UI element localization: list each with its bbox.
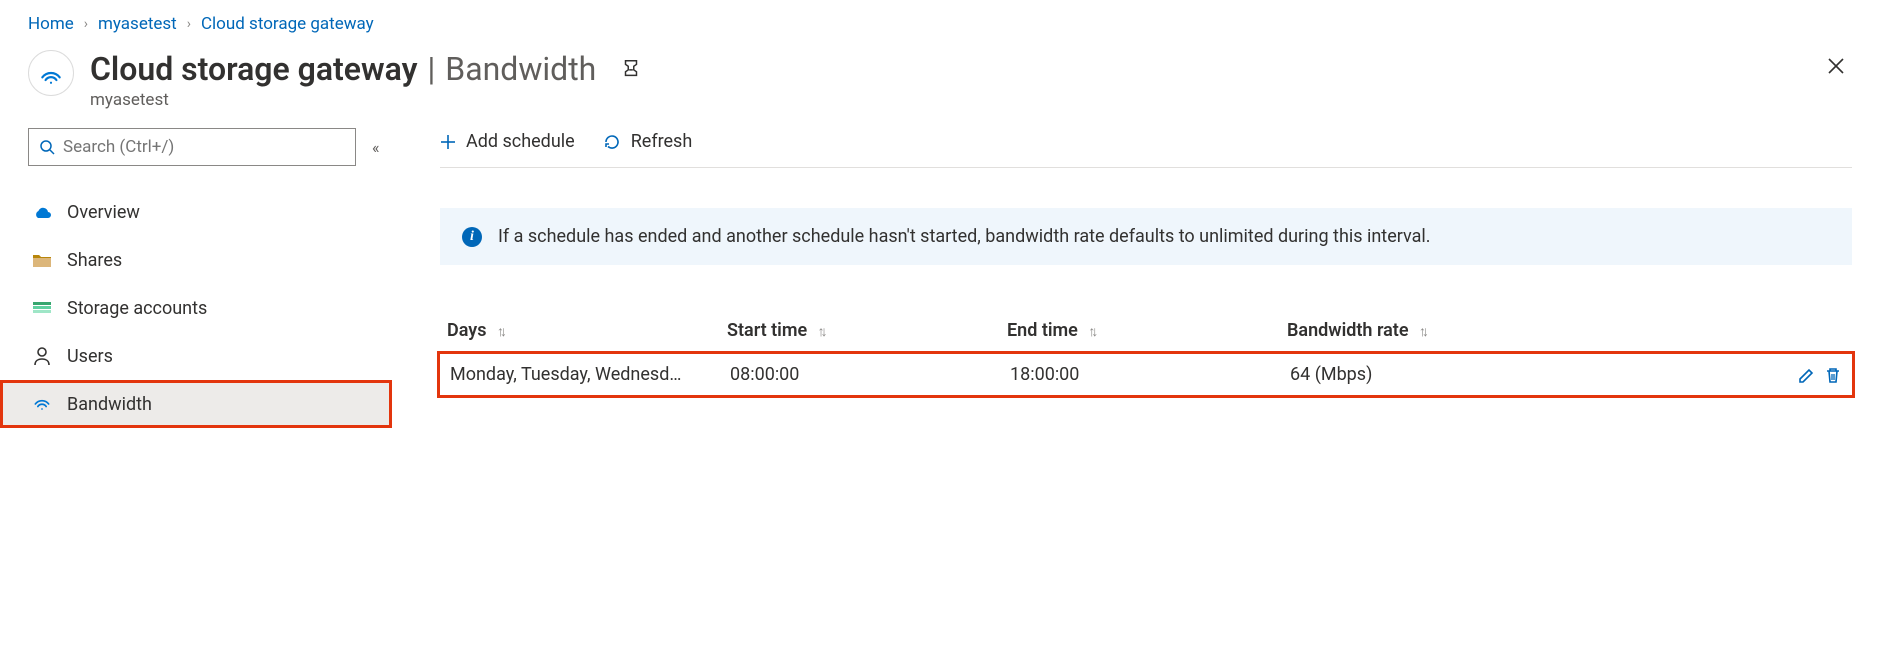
search-input[interactable] xyxy=(55,136,345,158)
add-schedule-button[interactable]: Add schedule xyxy=(440,131,575,152)
sidebar: « Overview Shares xyxy=(28,128,392,428)
command-bar: Add schedule Refresh xyxy=(440,128,1852,168)
sidebar-item-shares[interactable]: Shares xyxy=(0,236,392,284)
wifi-icon xyxy=(31,394,53,414)
plus-icon xyxy=(440,134,456,150)
storage-icon xyxy=(31,300,53,316)
sidebar-item-users[interactable]: Users xyxy=(0,332,392,380)
resource-subtitle: myasetest xyxy=(90,90,1860,110)
page-section: Bandwidth xyxy=(445,50,596,88)
button-label: Refresh xyxy=(631,131,693,152)
breadcrumb-resource[interactable]: myasetest xyxy=(98,14,177,34)
main-content: Add schedule Refresh i If a schedule has… xyxy=(392,128,1888,401)
sidebar-item-label: Overview xyxy=(67,202,140,223)
edit-button[interactable] xyxy=(1798,366,1816,384)
refresh-button[interactable]: Refresh xyxy=(603,131,693,152)
resource-icon xyxy=(28,50,74,96)
sidebar-item-storage-accounts[interactable]: Storage accounts xyxy=(0,284,392,332)
collapse-sidebar-icon[interactable]: « xyxy=(368,134,384,161)
close-button[interactable] xyxy=(1820,50,1852,82)
title-separator: | xyxy=(427,50,435,88)
page-title: Cloud storage gateway xyxy=(90,50,417,88)
sort-icon: ↑↓ xyxy=(497,324,503,340)
folder-icon xyxy=(31,252,53,268)
column-header-rate[interactable]: Bandwidth rate ↑↓ xyxy=(1287,320,1775,341)
sidebar-item-label: Bandwidth xyxy=(67,394,152,415)
cell-days: Monday, Tuesday, Wednesd… xyxy=(450,364,730,385)
info-banner: i If a schedule has ended and another sc… xyxy=(440,208,1852,265)
column-header-end[interactable]: End time ↑↓ xyxy=(1007,320,1287,341)
info-icon: i xyxy=(462,227,482,247)
pin-icon[interactable] xyxy=(620,58,642,80)
breadcrumb-home[interactable]: Home xyxy=(28,14,74,34)
nav-list: Overview Shares xyxy=(28,188,392,428)
column-header-start[interactable]: Start time ↑↓ xyxy=(727,320,1007,341)
sort-icon: ↑↓ xyxy=(1088,324,1094,340)
sidebar-item-label: Users xyxy=(67,346,113,367)
cell-end: 18:00:00 xyxy=(1010,364,1290,385)
sidebar-search[interactable] xyxy=(28,128,356,166)
breadcrumb-current[interactable]: Cloud storage gateway xyxy=(201,14,374,34)
cell-rate: 64 (Mbps) xyxy=(1290,364,1772,385)
sort-icon: ↑↓ xyxy=(818,324,824,340)
sidebar-item-label: Shares xyxy=(67,250,122,271)
info-text: If a schedule has ended and another sche… xyxy=(498,226,1431,247)
cell-start: 08:00:00 xyxy=(730,364,1010,385)
delete-button[interactable] xyxy=(1824,366,1842,384)
grid-header-row: Days ↑↓ Start time ↑↓ End time ↑↓ Bandwi… xyxy=(437,310,1855,351)
sidebar-item-bandwidth[interactable]: Bandwidth xyxy=(0,380,392,428)
chevron-right-icon: › xyxy=(84,16,88,32)
blade-header: Cloud storage gateway | Bandwidth myaset… xyxy=(0,40,1888,128)
sort-icon: ↑↓ xyxy=(1419,324,1425,340)
column-header-days[interactable]: Days ↑↓ xyxy=(447,320,727,341)
chevron-right-icon: › xyxy=(187,16,191,32)
button-label: Add schedule xyxy=(466,131,575,152)
schedule-grid: Days ↑↓ Start time ↑↓ End time ↑↓ Bandwi… xyxy=(434,307,1858,401)
sidebar-item-overview[interactable]: Overview xyxy=(0,188,392,236)
breadcrumb: Home › myasetest › Cloud storage gateway xyxy=(0,0,1888,40)
schedule-row[interactable]: Monday, Tuesday, Wednesd… 08:00:00 18:00… xyxy=(437,351,1855,398)
cloud-icon xyxy=(31,205,53,219)
refresh-icon xyxy=(603,133,621,151)
user-icon xyxy=(31,346,53,366)
sidebar-item-label: Storage accounts xyxy=(67,298,207,319)
